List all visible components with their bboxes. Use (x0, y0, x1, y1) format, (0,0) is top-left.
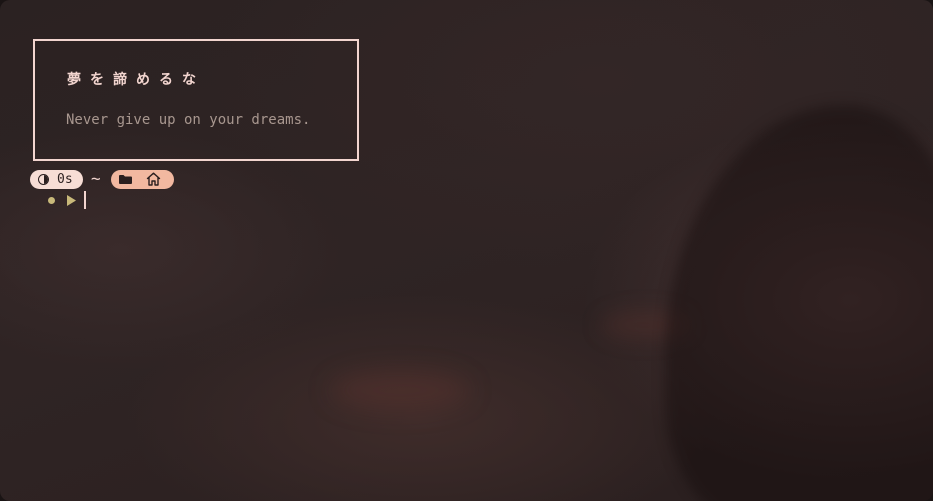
prompt-separator: ~ (91, 169, 101, 188)
timer-icon (38, 174, 49, 185)
background-glow (330, 370, 470, 410)
status-dot-icon (48, 197, 55, 204)
terminal-window[interactable]: 夢を諦めるな Never give up on your dreams. 0s … (0, 0, 933, 501)
motd-banner: 夢を諦めるな Never give up on your dreams. (33, 39, 359, 161)
banner-title: 夢を諦めるな (67, 72, 205, 88)
folder-icon (119, 175, 132, 184)
prompt-arrow-icon (67, 195, 76, 206)
command-duration-pill: 0s (30, 170, 83, 189)
background-silhouette (665, 105, 933, 501)
directory-pill (111, 170, 174, 189)
home-icon (146, 172, 161, 186)
text-cursor[interactable] (84, 191, 86, 209)
banner-subtitle: Never give up on your dreams. (66, 112, 311, 128)
command-duration: 0s (57, 172, 73, 187)
